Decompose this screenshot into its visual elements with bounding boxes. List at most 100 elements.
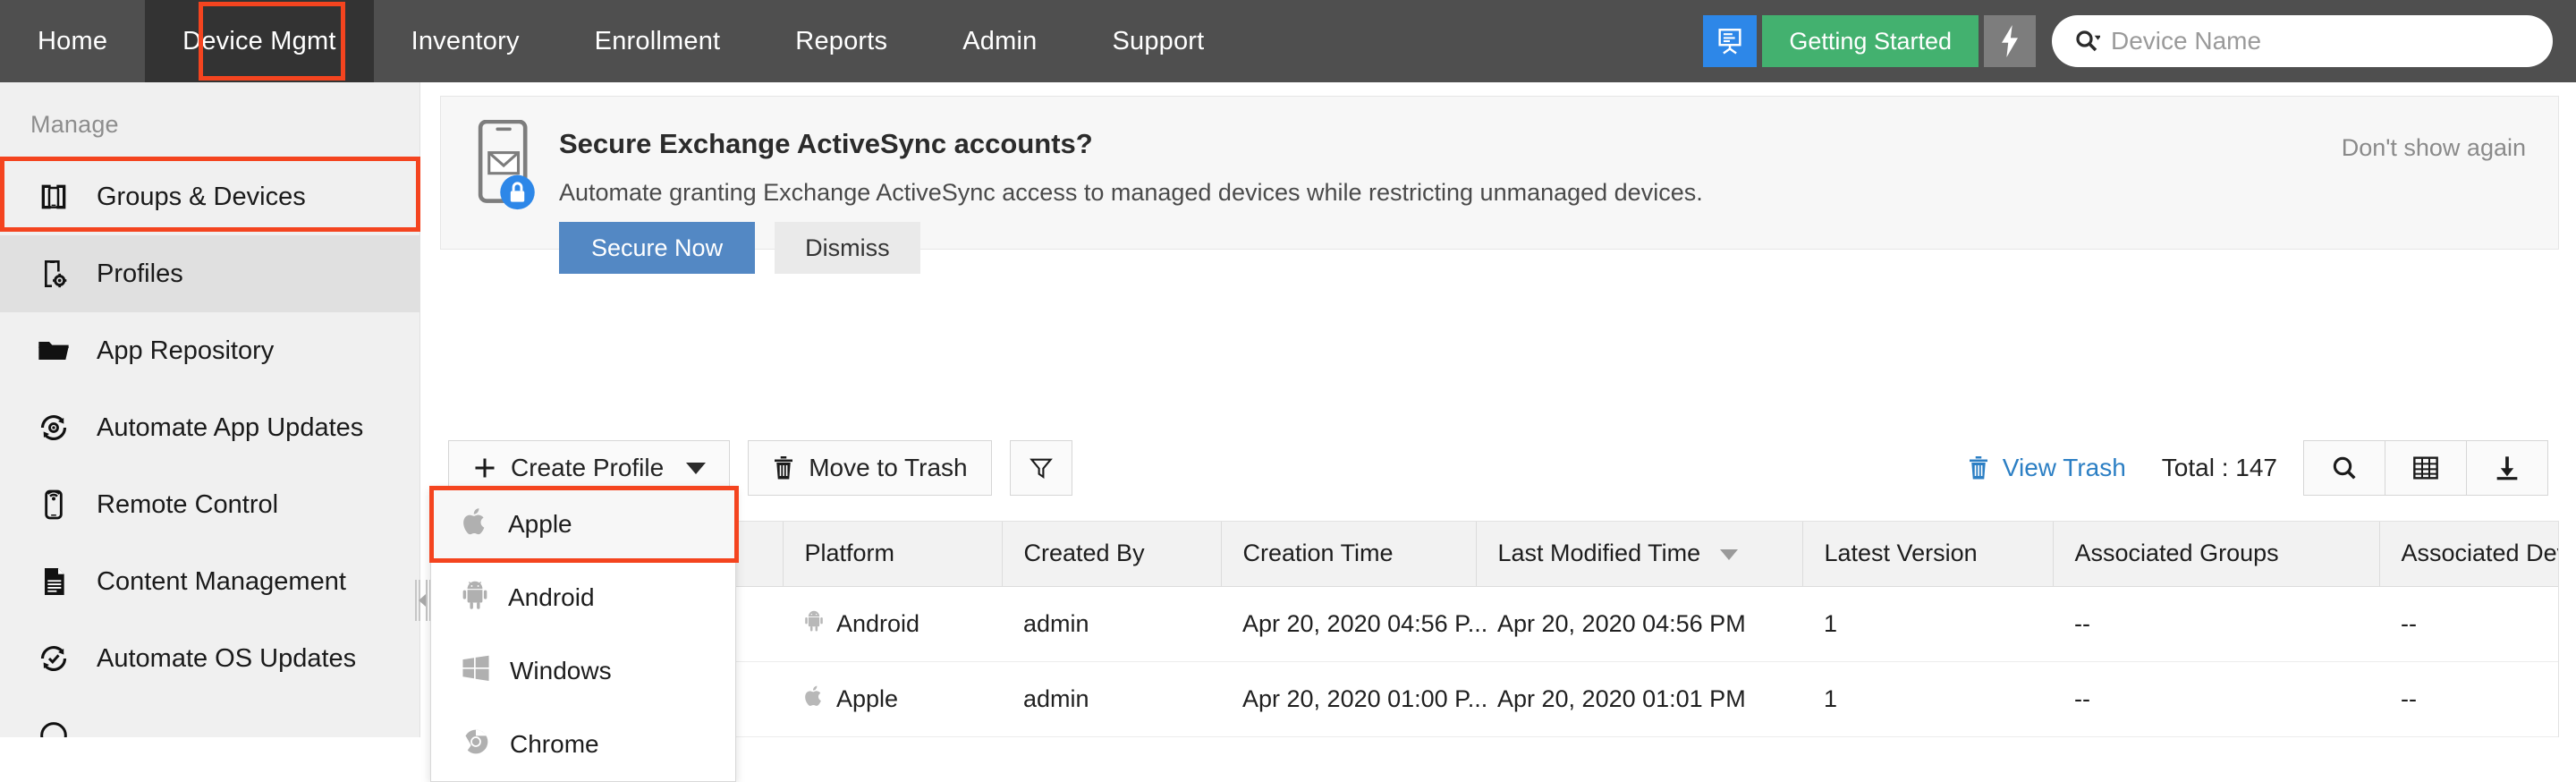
chevron-down-icon bbox=[686, 462, 707, 474]
devices-icon bbox=[34, 177, 73, 217]
row-creation-time: Apr 20, 2020 04:56 P... bbox=[1221, 586, 1487, 662]
move-to-trash-button[interactable]: Move to Trash bbox=[748, 440, 992, 496]
th-latest-version[interactable]: Latest Version bbox=[1801, 522, 2053, 587]
sidebar-item-remote-control[interactable]: Remote Control bbox=[0, 466, 419, 543]
windows-logo-icon bbox=[462, 654, 490, 689]
profiles-table-element: Platform Created By Creation Time Last M… bbox=[441, 522, 2558, 737]
dropdown-item-label: Windows bbox=[510, 657, 612, 684]
sidebar-item-groups-devices[interactable]: Groups & Devices bbox=[0, 158, 419, 235]
nav-items: Home Device Mgmt Inventory Enrollment Re… bbox=[0, 0, 1241, 82]
funnel-filter-icon bbox=[1029, 458, 1053, 480]
row-created-by: admin bbox=[1002, 586, 1221, 662]
filter-button[interactable] bbox=[1009, 440, 1072, 496]
nav-item-label: Admin bbox=[962, 26, 1038, 55]
nav-item-label: Enrollment bbox=[594, 26, 721, 55]
nav-item-device-mgmt[interactable]: Device Mgmt bbox=[145, 0, 374, 82]
device-search-box[interactable]: Device Name bbox=[2052, 15, 2553, 67]
secure-now-button[interactable]: Secure Now bbox=[559, 222, 756, 274]
presentation-icon bbox=[1718, 29, 1741, 55]
presentation-button[interactable] bbox=[1703, 15, 1758, 67]
dropdown-item-apple[interactable]: Apple bbox=[431, 488, 735, 561]
dismiss-button[interactable]: Dismiss bbox=[775, 222, 920, 274]
lightning-bolt-icon bbox=[2002, 25, 2018, 57]
main-content-area: Secure Exchange ActiveSync accounts? Aut… bbox=[421, 82, 2576, 782]
sidebar-item-label: App Repository bbox=[97, 336, 275, 365]
sidebar-item-profiles[interactable]: Profiles bbox=[0, 235, 419, 312]
th-last-modified-time[interactable]: Last Modified Time bbox=[1475, 522, 1802, 587]
view-trash-label: View Trash bbox=[2002, 454, 2126, 481]
row-platform-cell: Android bbox=[783, 586, 1002, 662]
plus-icon bbox=[475, 458, 495, 478]
sidebar-item-app-repository[interactable]: App Repository bbox=[0, 312, 419, 389]
table-row[interactable]: Android admin Apr 20, 2020 04:56 P... Ap… bbox=[441, 586, 2558, 662]
dropdown-item-android[interactable]: Android bbox=[431, 561, 735, 634]
document-icon bbox=[34, 562, 73, 601]
th-platform[interactable]: Platform bbox=[782, 522, 1002, 587]
sidebar-item-label: Automate OS Updates bbox=[97, 643, 357, 673]
dropdown-item-label: Apple bbox=[508, 510, 572, 538]
nav-item-reports[interactable]: Reports bbox=[758, 0, 925, 82]
row-last-modified: Apr 20, 2020 04:56 PM bbox=[1476, 586, 1802, 662]
getting-started-label: Getting Started bbox=[1789, 27, 1952, 55]
search-input-placeholder[interactable]: Device Name bbox=[2111, 27, 2261, 55]
profile-gear-icon bbox=[34, 254, 73, 293]
dropdown-item-label: Chrome bbox=[510, 730, 599, 758]
secure-email-phone-icon bbox=[473, 119, 539, 217]
sort-descending-icon bbox=[1719, 549, 1738, 561]
remote-phone-icon bbox=[34, 485, 73, 524]
activesync-promo-banner: Secure Exchange ActiveSync accounts? Aut… bbox=[440, 96, 2559, 274]
th-created-by[interactable]: Created By bbox=[1001, 522, 1221, 587]
table-header-row: Platform Created By Creation Time Last M… bbox=[441, 522, 2558, 587]
row-platform-label: Android bbox=[836, 609, 920, 637]
nav-item-inventory[interactable]: Inventory bbox=[374, 0, 557, 82]
row-last-modified: Apr 20, 2020 01:01 PM bbox=[1476, 661, 1802, 737]
sidebar-section-label: Manage bbox=[30, 111, 119, 138]
dont-show-again-link[interactable]: Don't show again bbox=[2342, 134, 2526, 162]
trash-icon bbox=[775, 456, 793, 480]
th-creation-time[interactable]: Creation Time bbox=[1220, 522, 1476, 587]
nav-item-admin[interactable]: Admin bbox=[925, 0, 1074, 82]
refresh-check-icon bbox=[34, 639, 73, 678]
table-row[interactable]: Apple admin Apr 20, 2020 01:00 P... Apr … bbox=[441, 661, 2558, 737]
nav-item-label: Reports bbox=[795, 26, 888, 55]
row-created-by: admin bbox=[1002, 661, 1221, 737]
row-platform-label: Apple bbox=[836, 684, 899, 712]
export-button[interactable] bbox=[2466, 440, 2548, 496]
sidebar-item-automate-app-updates[interactable]: Automate App Updates bbox=[0, 389, 419, 466]
nav-item-home[interactable]: Home bbox=[0, 0, 145, 82]
th-last-modified-label: Last Modified Time bbox=[1497, 540, 1701, 567]
dropdown-item-label: Android bbox=[508, 583, 595, 611]
table-tool-icons bbox=[2303, 440, 2548, 496]
sidebar-item-automate-os-updates[interactable]: Automate OS Updates bbox=[0, 620, 419, 697]
sidebar-item-partial-bottom[interactable] bbox=[0, 697, 419, 737]
nav-item-enrollment[interactable]: Enrollment bbox=[557, 0, 758, 82]
th-associated-devices[interactable]: Associated Devices bbox=[2378, 522, 2558, 587]
nav-item-support[interactable]: Support bbox=[1074, 0, 1241, 82]
trash-icon bbox=[1969, 456, 1987, 480]
table-search-button[interactable] bbox=[2303, 440, 2385, 496]
circle-partial-icon bbox=[34, 716, 73, 737]
download-export-icon bbox=[2496, 456, 2518, 480]
banner-subtitle: Automate granting Exchange ActiveSync ac… bbox=[559, 179, 1703, 206]
row-associated-devices: -- bbox=[2379, 586, 2558, 662]
dropdown-item-chrome[interactable]: Chrome bbox=[431, 708, 735, 781]
apple-logo-icon bbox=[462, 506, 488, 543]
view-trash-link[interactable]: View Trash bbox=[1967, 454, 2126, 482]
getting-started-button[interactable]: Getting Started bbox=[1762, 15, 1979, 67]
nav-item-label: Device Mgmt bbox=[182, 26, 336, 55]
sidebar-item-label: Content Management bbox=[97, 566, 346, 596]
sidebar-item-label: Profiles bbox=[97, 259, 183, 288]
profiles-toolbar: Create Profile Move to Trash View Trash … bbox=[440, 440, 2559, 499]
quick-actions-button[interactable] bbox=[1984, 15, 2036, 67]
nav-item-label: Home bbox=[38, 26, 108, 55]
row-associated-groups: -- bbox=[2053, 661, 2379, 737]
row-associated-devices: -- bbox=[2379, 661, 2558, 737]
column-chooser-button[interactable] bbox=[2385, 440, 2467, 496]
table-body: Android admin Apr 20, 2020 04:56 P... Ap… bbox=[441, 586, 2558, 737]
left-sidebar: Manage Groups & Devices Profiles App Rep… bbox=[0, 82, 420, 737]
th-associated-groups[interactable]: Associated Groups bbox=[2052, 522, 2379, 587]
search-dropdown-icon bbox=[2076, 30, 2100, 52]
row-platform-cell: Apple bbox=[783, 661, 1002, 737]
sidebar-item-content-management[interactable]: Content Management bbox=[0, 543, 419, 620]
dropdown-item-windows[interactable]: Windows bbox=[431, 634, 735, 708]
